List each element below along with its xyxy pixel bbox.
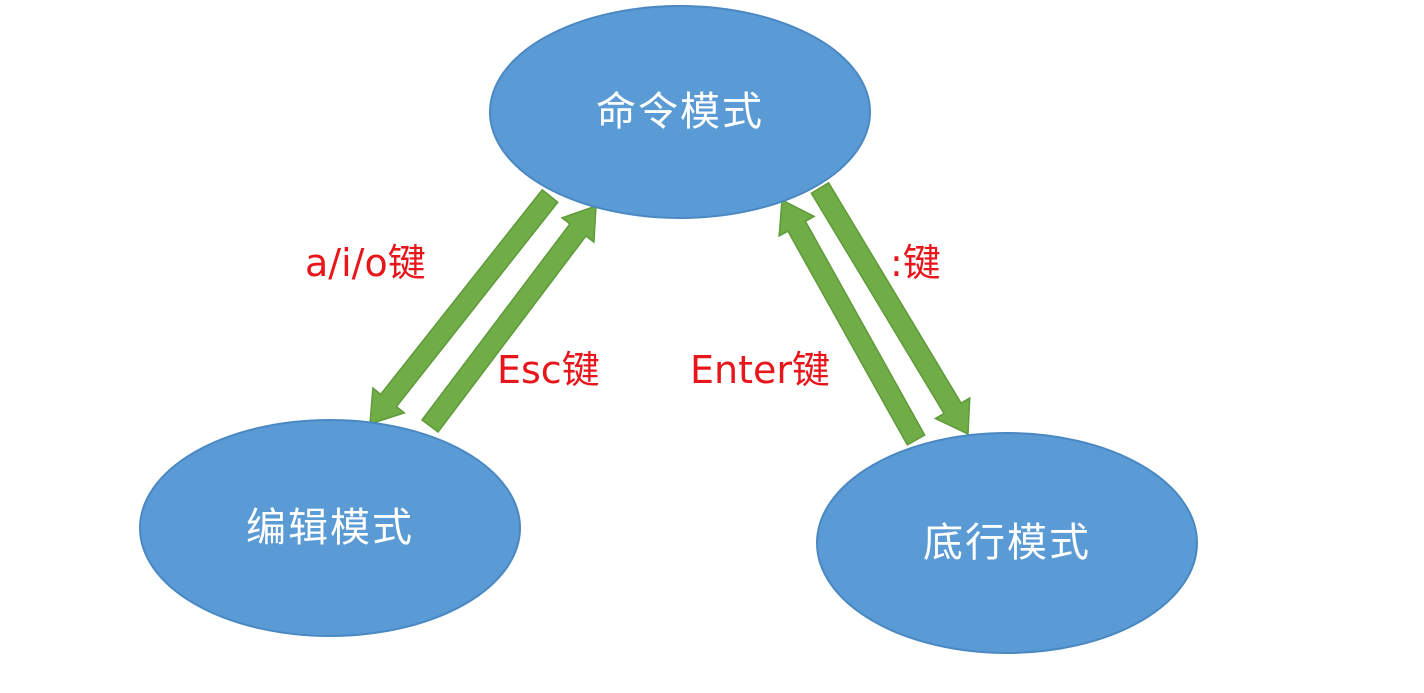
vim-mode-diagram: 命令模式 编辑模式 底行模式 a/i/o键 Esc键 Enter键 :键 bbox=[139, 5, 1198, 654]
node-edit-label: 编辑模式 bbox=[246, 505, 414, 551]
transition-arrows bbox=[369, 181, 971, 446]
node-command-mode: 命令模式 bbox=[489, 5, 871, 219]
edge-label-edit-to-command: Esc键 bbox=[497, 348, 600, 392]
node-bottom-line-mode: 底行模式 bbox=[816, 432, 1198, 654]
node-edit-mode: 编辑模式 bbox=[139, 419, 521, 637]
edge-label-command-to-edit: a/i/o键 bbox=[305, 241, 426, 285]
edge-label-command-to-bottom: :键 bbox=[890, 241, 941, 285]
node-bottom-label: 底行模式 bbox=[923, 520, 1091, 566]
node-command-label: 命令模式 bbox=[596, 89, 764, 135]
edge-label-bottom-to-command: Enter键 bbox=[690, 348, 830, 392]
